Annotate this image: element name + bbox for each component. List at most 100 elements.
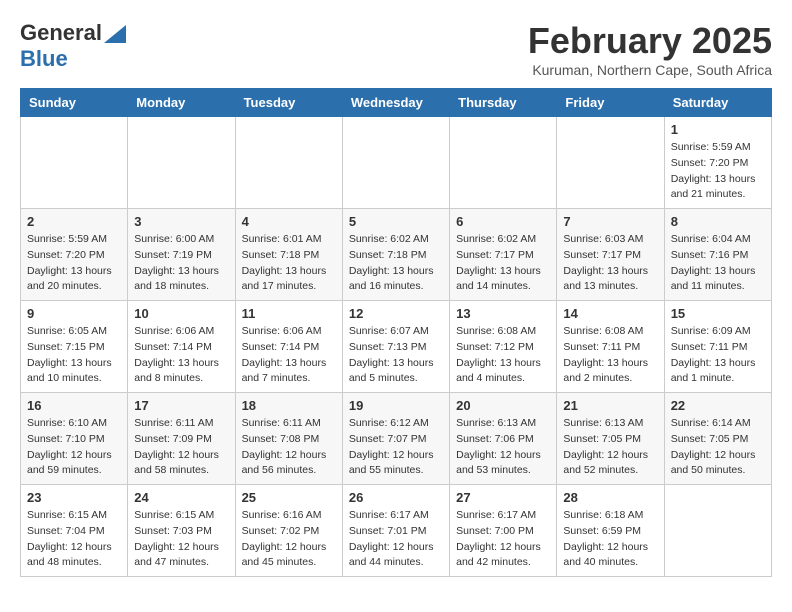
table-row <box>557 117 664 209</box>
day-number: 9 <box>27 306 121 321</box>
calendar-week-row: 9 Sunrise: 6:05 AMSunset: 7:15 PMDaylight… <box>21 301 772 393</box>
table-row <box>342 117 449 209</box>
table-row: 2 Sunrise: 5:59 AMSunset: 7:20 PMDaylight… <box>21 209 128 301</box>
table-row: 11Sunrise: 6:06 AMSunset: 7:14 PMDayligh… <box>235 301 342 393</box>
table-row: 18 Sunrise: 6:11 AMSunset: 7:08 PMDayligh… <box>235 393 342 485</box>
table-row: 25 Sunrise: 6:16 AMSunset: 7:02 PMDayligh… <box>235 485 342 577</box>
table-row <box>664 485 771 577</box>
table-row: 8 Sunrise: 6:04 AMSunset: 7:16 PMDaylight… <box>664 209 771 301</box>
table-row: 16 Sunrise: 6:10 AMSunset: 7:10 PMDayligh… <box>21 393 128 485</box>
day-info: Sunrise: 6:06 AMSunset: 7:14 PMDaylight:… <box>134 324 228 387</box>
day-number: 25 <box>242 490 336 505</box>
table-row: 15Sunrise: 6:09 AMSunset: 7:11 PMDayligh… <box>664 301 771 393</box>
day-info: Sunrise: 6:16 AMSunset: 7:02 PMDaylight:… <box>242 508 336 571</box>
day-info: Sunrise: 6:13 AMSunset: 7:05 PMDaylight:… <box>563 416 657 479</box>
table-row: 12 Sunrise: 6:07 AMSunset: 7:13 PMDayligh… <box>342 301 449 393</box>
day-info: Sunrise: 6:15 AMSunset: 7:04 PMDaylight:… <box>27 508 121 571</box>
table-row: 26 Sunrise: 6:17 AMSunset: 7:01 PMDayligh… <box>342 485 449 577</box>
day-info: Sunrise: 6:08 AMSunset: 7:11 PMDaylight:… <box>563 324 657 387</box>
day-number: 3 <box>134 214 228 229</box>
day-info: Sunrise: 6:00 AMSunset: 7:19 PMDaylight:… <box>134 232 228 295</box>
col-thursday: Thursday <box>450 89 557 117</box>
col-friday: Friday <box>557 89 664 117</box>
logo: General Blue <box>20 20 126 72</box>
day-info: Sunrise: 6:03 AMSunset: 7:17 PMDaylight:… <box>563 232 657 295</box>
day-info: Sunrise: 6:01 AMSunset: 7:18 PMDaylight:… <box>242 232 336 295</box>
day-number: 4 <box>242 214 336 229</box>
table-row <box>450 117 557 209</box>
logo-icon <box>104 25 126 43</box>
day-info: Sunrise: 6:06 AMSunset: 7:14 PMDaylight:… <box>242 324 336 387</box>
day-number: 18 <box>242 398 336 413</box>
day-number: 23 <box>27 490 121 505</box>
day-info: Sunrise: 6:12 AMSunset: 7:07 PMDaylight:… <box>349 416 443 479</box>
calendar-week-row: 2 Sunrise: 5:59 AMSunset: 7:20 PMDaylight… <box>21 209 772 301</box>
day-info: Sunrise: 5:59 AMSunset: 7:20 PMDaylight:… <box>671 140 765 203</box>
table-row: 20 Sunrise: 6:13 AMSunset: 7:06 PMDayligh… <box>450 393 557 485</box>
col-tuesday: Tuesday <box>235 89 342 117</box>
table-row <box>21 117 128 209</box>
day-number: 8 <box>671 214 765 229</box>
calendar-table: Sunday Monday Tuesday Wednesday Thursday… <box>20 88 772 577</box>
day-info: Sunrise: 6:08 AMSunset: 7:12 PMDaylight:… <box>456 324 550 387</box>
day-number: 20 <box>456 398 550 413</box>
title-section: February 2025 Kuruman, Northern Cape, So… <box>528 20 772 78</box>
day-number: 14 <box>563 306 657 321</box>
day-info: Sunrise: 6:13 AMSunset: 7:06 PMDaylight:… <box>456 416 550 479</box>
table-row: 14 Sunrise: 6:08 AMSunset: 7:11 PMDayligh… <box>557 301 664 393</box>
calendar-week-row: 23 Sunrise: 6:15 AMSunset: 7:04 PMDayligh… <box>21 485 772 577</box>
table-row: 10 Sunrise: 6:06 AMSunset: 7:14 PMDayligh… <box>128 301 235 393</box>
table-row: 7 Sunrise: 6:03 AMSunset: 7:17 PMDaylight… <box>557 209 664 301</box>
day-number: 10 <box>134 306 228 321</box>
day-number: 13 <box>456 306 550 321</box>
day-number: 26 <box>349 490 443 505</box>
day-info: Sunrise: 6:18 AMSunset: 6:59 PMDaylight:… <box>563 508 657 571</box>
table-row: 6 Sunrise: 6:02 AMSunset: 7:17 PMDaylight… <box>450 209 557 301</box>
table-row: 3 Sunrise: 6:00 AMSunset: 7:19 PMDaylight… <box>128 209 235 301</box>
day-info: Sunrise: 6:11 AMSunset: 7:08 PMDaylight:… <box>242 416 336 479</box>
table-row: 23 Sunrise: 6:15 AMSunset: 7:04 PMDayligh… <box>21 485 128 577</box>
day-number: 24 <box>134 490 228 505</box>
calendar-week-row: 16 Sunrise: 6:10 AMSunset: 7:10 PMDayligh… <box>21 393 772 485</box>
col-wednesday: Wednesday <box>342 89 449 117</box>
month-title: February 2025 <box>528 20 772 62</box>
table-row: 24 Sunrise: 6:15 AMSunset: 7:03 PMDayligh… <box>128 485 235 577</box>
table-row: 22Sunrise: 6:14 AMSunset: 7:05 PMDayligh… <box>664 393 771 485</box>
day-info: Sunrise: 6:17 AMSunset: 7:00 PMDaylight:… <box>456 508 550 571</box>
day-info: Sunrise: 6:04 AMSunset: 7:16 PMDaylight:… <box>671 232 765 295</box>
location-subtitle: Kuruman, Northern Cape, South Africa <box>528 62 772 78</box>
day-info: Sunrise: 6:02 AMSunset: 7:18 PMDaylight:… <box>349 232 443 295</box>
day-number: 16 <box>27 398 121 413</box>
table-row: 13 Sunrise: 6:08 AMSunset: 7:12 PMDayligh… <box>450 301 557 393</box>
calendar-header-row: Sunday Monday Tuesday Wednesday Thursday… <box>21 89 772 117</box>
day-number: 7 <box>563 214 657 229</box>
day-info: Sunrise: 6:05 AMSunset: 7:15 PMDaylight:… <box>27 324 121 387</box>
day-number: 5 <box>349 214 443 229</box>
day-number: 28 <box>563 490 657 505</box>
day-number: 12 <box>349 306 443 321</box>
table-row: 4 Sunrise: 6:01 AMSunset: 7:18 PMDaylight… <box>235 209 342 301</box>
col-saturday: Saturday <box>664 89 771 117</box>
day-info: Sunrise: 5:59 AMSunset: 7:20 PMDaylight:… <box>27 232 121 295</box>
table-row: 19Sunrise: 6:12 AMSunset: 7:07 PMDayligh… <box>342 393 449 485</box>
table-row: 5 Sunrise: 6:02 AMSunset: 7:18 PMDaylight… <box>342 209 449 301</box>
day-info: Sunrise: 6:17 AMSunset: 7:01 PMDaylight:… <box>349 508 443 571</box>
logo-blue-text: Blue <box>20 46 68 72</box>
day-info: Sunrise: 6:02 AMSunset: 7:17 PMDaylight:… <box>456 232 550 295</box>
day-number: 27 <box>456 490 550 505</box>
col-monday: Monday <box>128 89 235 117</box>
day-info: Sunrise: 6:15 AMSunset: 7:03 PMDaylight:… <box>134 508 228 571</box>
day-info: Sunrise: 6:11 AMSunset: 7:09 PMDaylight:… <box>134 416 228 479</box>
day-number: 1 <box>671 122 765 137</box>
day-number: 2 <box>27 214 121 229</box>
table-row: 1 Sunrise: 5:59 AMSunset: 7:20 PMDaylight… <box>664 117 771 209</box>
table-row <box>128 117 235 209</box>
page-header: General Blue February 2025 Kuruman, Nort… <box>20 20 772 78</box>
table-row: 9 Sunrise: 6:05 AMSunset: 7:15 PMDaylight… <box>21 301 128 393</box>
day-number: 6 <box>456 214 550 229</box>
logo-general-text: General <box>20 20 102 46</box>
day-info: Sunrise: 6:09 AMSunset: 7:11 PMDaylight:… <box>671 324 765 387</box>
day-info: Sunrise: 6:10 AMSunset: 7:10 PMDaylight:… <box>27 416 121 479</box>
day-info: Sunrise: 6:07 AMSunset: 7:13 PMDaylight:… <box>349 324 443 387</box>
table-row: 21Sunrise: 6:13 AMSunset: 7:05 PMDayligh… <box>557 393 664 485</box>
